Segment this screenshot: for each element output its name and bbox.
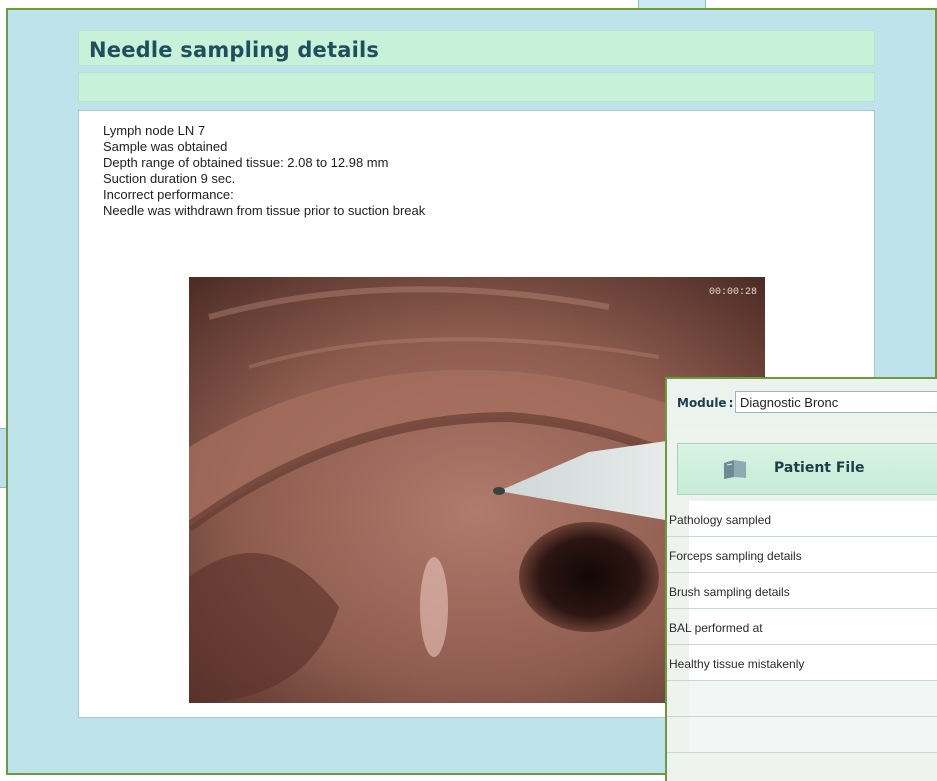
list-item-label: Healthy tissue mistakenly (669, 657, 805, 671)
section-title: Needle sampling details (78, 30, 875, 66)
list-item-label: BAL performed at (669, 621, 763, 635)
patient-file-tab[interactable]: Patient File (677, 443, 937, 495)
list-item-bal-performed[interactable]: BAL performed at (667, 609, 937, 645)
module-bar: Module Diagnostic Bronc (667, 379, 937, 429)
list-item-pathology-sampled[interactable]: Pathology sampled (667, 501, 937, 537)
list-item-empty (667, 717, 937, 753)
list-item-forceps-sampling[interactable]: Forceps sampling details (667, 537, 937, 573)
detail-line-depth-range: Depth range of obtained tissue: 2.08 to … (103, 155, 389, 170)
module-select[interactable]: Diagnostic Bronc (735, 391, 937, 413)
list-item-brush-sampling[interactable]: Brush sampling details (667, 573, 937, 609)
patient-file-list: Pathology sampled Forceps sampling detai… (667, 501, 937, 753)
list-item-empty (667, 681, 937, 717)
book-icon (724, 460, 746, 479)
detail-line-suction-duration: Suction duration 9 sec. (103, 171, 236, 186)
list-item-label: Forceps sampling details (669, 549, 802, 563)
section-subheader (78, 72, 875, 102)
patient-file-tab-label: Patient File (774, 460, 865, 476)
module-label: Module (677, 396, 733, 410)
patient-file-window: Module Diagnostic Bronc Patient File Pat… (665, 377, 937, 781)
detail-line-error: Needle was withdrawn from tissue prior t… (103, 203, 426, 218)
detail-lines: Lymph node LN 7 Sample was obtained Dept… (103, 123, 425, 219)
detail-line-performance: Incorrect performance: (103, 187, 234, 202)
detail-line-sample-status: Sample was obtained (103, 139, 228, 154)
list-item-label: Brush sampling details (669, 585, 790, 599)
list-item-label: Pathology sampled (669, 513, 772, 527)
detail-line-lymph-node: Lymph node LN 7 (103, 123, 206, 138)
video-timestamp: 00:00:28 (708, 287, 757, 298)
list-item-healthy-tissue[interactable]: Healthy tissue mistakenly (667, 645, 937, 681)
